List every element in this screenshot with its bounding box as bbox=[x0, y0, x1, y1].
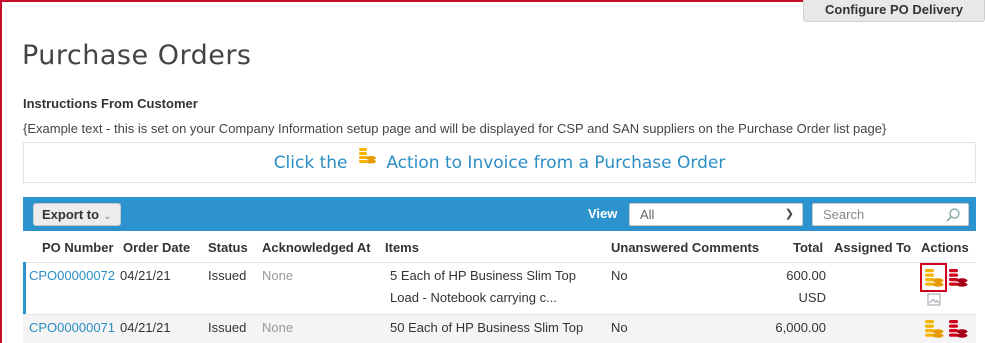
banner-text-after: Action to Invoice from a Purchase Order bbox=[386, 153, 726, 173]
export-to-button[interactable]: Export to ⌄ bbox=[33, 203, 121, 226]
order-date: 04/21/21 bbox=[120, 268, 171, 283]
unanswered-comments: No bbox=[611, 320, 628, 335]
instructions-heading: Instructions From Customer bbox=[23, 96, 198, 111]
page-title: Purchase Orders bbox=[22, 40, 252, 71]
total-amount: 6,000.00 bbox=[775, 320, 826, 335]
col-header-assigned-to[interactable]: Assigned To bbox=[834, 240, 911, 255]
chevron-down-icon: ❯ bbox=[784, 208, 794, 220]
col-header-unanswered-comments[interactable]: Unanswered Comments bbox=[611, 240, 759, 255]
total-amount: 600.00 bbox=[786, 268, 826, 283]
col-header-status[interactable]: Status bbox=[208, 240, 248, 255]
gold-coins-icon[interactable] bbox=[923, 318, 945, 343]
search-input[interactable]: Search bbox=[812, 203, 969, 226]
gold-coins-icon[interactable] bbox=[923, 267, 945, 294]
items-line-2: Load - Notebook carrying c... bbox=[390, 290, 557, 305]
red-coins-icon[interactable] bbox=[947, 318, 969, 343]
status: Issued bbox=[208, 320, 247, 335]
chevron-down-icon: ⌄ bbox=[103, 211, 112, 222]
instructions-text: {Example text - this is set on your Comp… bbox=[23, 121, 887, 136]
view-select-value: All bbox=[640, 207, 655, 222]
attachment-image-icon[interactable] bbox=[927, 293, 941, 311]
search-icon[interactable] bbox=[945, 207, 961, 229]
acknowledged-at: None bbox=[262, 320, 294, 335]
col-header-acknowledged-at[interactable]: Acknowledged At bbox=[262, 240, 371, 255]
unanswered-comments: No bbox=[611, 268, 628, 283]
col-header-order-date[interactable]: Order Date bbox=[123, 240, 190, 255]
items-line-1: 5 Each of HP Business Slim Top bbox=[390, 268, 576, 283]
invoice-hint-banner: Click the Action to Invoice from a Purch… bbox=[23, 142, 976, 183]
col-header-items[interactable]: Items bbox=[385, 240, 419, 255]
currency: USD bbox=[798, 290, 826, 305]
status: Issued bbox=[208, 268, 247, 283]
view-select[interactable]: All ❯ bbox=[629, 203, 803, 226]
selected-row-indicator bbox=[23, 262, 26, 314]
po-number-link[interactable]: CPO00000071 bbox=[29, 320, 115, 335]
acknowledged-at: None bbox=[262, 268, 294, 283]
table-toolbar: Export to ⌄ View All ❯ Search bbox=[23, 197, 976, 231]
search-placeholder: Search bbox=[823, 207, 865, 222]
po-number-link[interactable]: CPO00000072 bbox=[29, 268, 115, 283]
col-header-total[interactable]: Total bbox=[793, 240, 823, 255]
frame-left-border bbox=[0, 0, 2, 343]
items-line-1: 50 Each of HP Business Slim Top bbox=[390, 320, 584, 335]
configure-po-delivery-button[interactable]: Configure PO Delivery bbox=[803, 0, 985, 22]
red-coins-icon[interactable] bbox=[947, 267, 969, 294]
banner-text-before: Click the bbox=[273, 153, 348, 173]
order-date: 04/21/21 bbox=[120, 320, 171, 335]
gold-coins-icon bbox=[357, 141, 377, 181]
view-label: View bbox=[588, 206, 618, 221]
col-header-actions: Actions bbox=[921, 240, 969, 255]
col-header-po-number[interactable]: PO Number bbox=[42, 240, 114, 255]
export-label: Export to bbox=[42, 207, 100, 222]
